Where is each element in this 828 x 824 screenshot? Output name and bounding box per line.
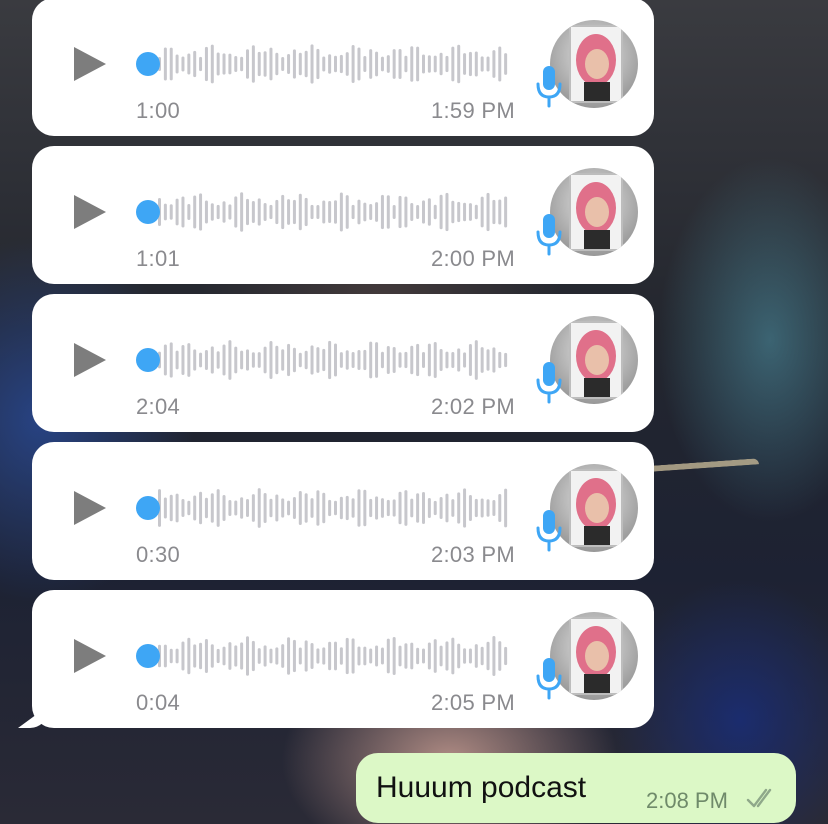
- voice-duration: 1:00: [136, 98, 181, 123]
- message-time: 2:03 PM: [430, 542, 515, 567]
- microphone-icon: [534, 508, 564, 552]
- microphone-icon: [534, 360, 564, 404]
- waveform[interactable]: [136, 190, 514, 234]
- waveform[interactable]: [136, 42, 514, 86]
- play-icon[interactable]: [74, 639, 106, 673]
- voice-message-bubble[interactable]: 0:30 2:03 PM: [32, 442, 654, 580]
- message-time: 1:59 PM: [430, 98, 515, 123]
- play-icon[interactable]: [74, 343, 106, 377]
- double-check-icon: [746, 786, 778, 810]
- voice-message-bubble[interactable]: 1:01 2:00 PM: [32, 146, 654, 284]
- microphone-icon: [534, 64, 564, 108]
- microphone-icon: [534, 212, 564, 256]
- waveform[interactable]: [136, 338, 514, 382]
- outgoing-message-bubble[interactable]: Huuum podcast 2:08 PM: [356, 753, 796, 823]
- voice-duration: 1:01: [136, 246, 181, 271]
- microphone-icon: [534, 656, 564, 700]
- wallpaper-photo: [648, 458, 762, 502]
- waveform[interactable]: [136, 486, 514, 530]
- message-time: 2:02 PM: [430, 394, 515, 419]
- message-text: Huuum podcast: [376, 771, 587, 804]
- play-icon[interactable]: [74, 195, 106, 229]
- voice-message-bubble[interactable]: 0:04 2:05 PM: [32, 590, 654, 728]
- voice-message-bubble[interactable]: 2:04 2:02 PM: [32, 294, 654, 432]
- voice-duration: 0:30: [136, 542, 181, 567]
- message-time: 2:08 PM: [646, 788, 728, 813]
- chat-screen: 1:00 1:59 PM 1:01 2:00 PM 2:04 2:02 PM 0…: [0, 0, 828, 824]
- waveform[interactable]: [136, 634, 514, 678]
- voice-duration: 2:04: [136, 394, 181, 419]
- message-time: 2:05 PM: [430, 690, 515, 715]
- voice-duration: 0:04: [136, 690, 181, 715]
- play-icon[interactable]: [74, 491, 106, 525]
- play-icon[interactable]: [74, 47, 106, 81]
- voice-message-bubble[interactable]: 1:00 1:59 PM: [32, 0, 654, 136]
- message-time: 2:00 PM: [430, 246, 515, 271]
